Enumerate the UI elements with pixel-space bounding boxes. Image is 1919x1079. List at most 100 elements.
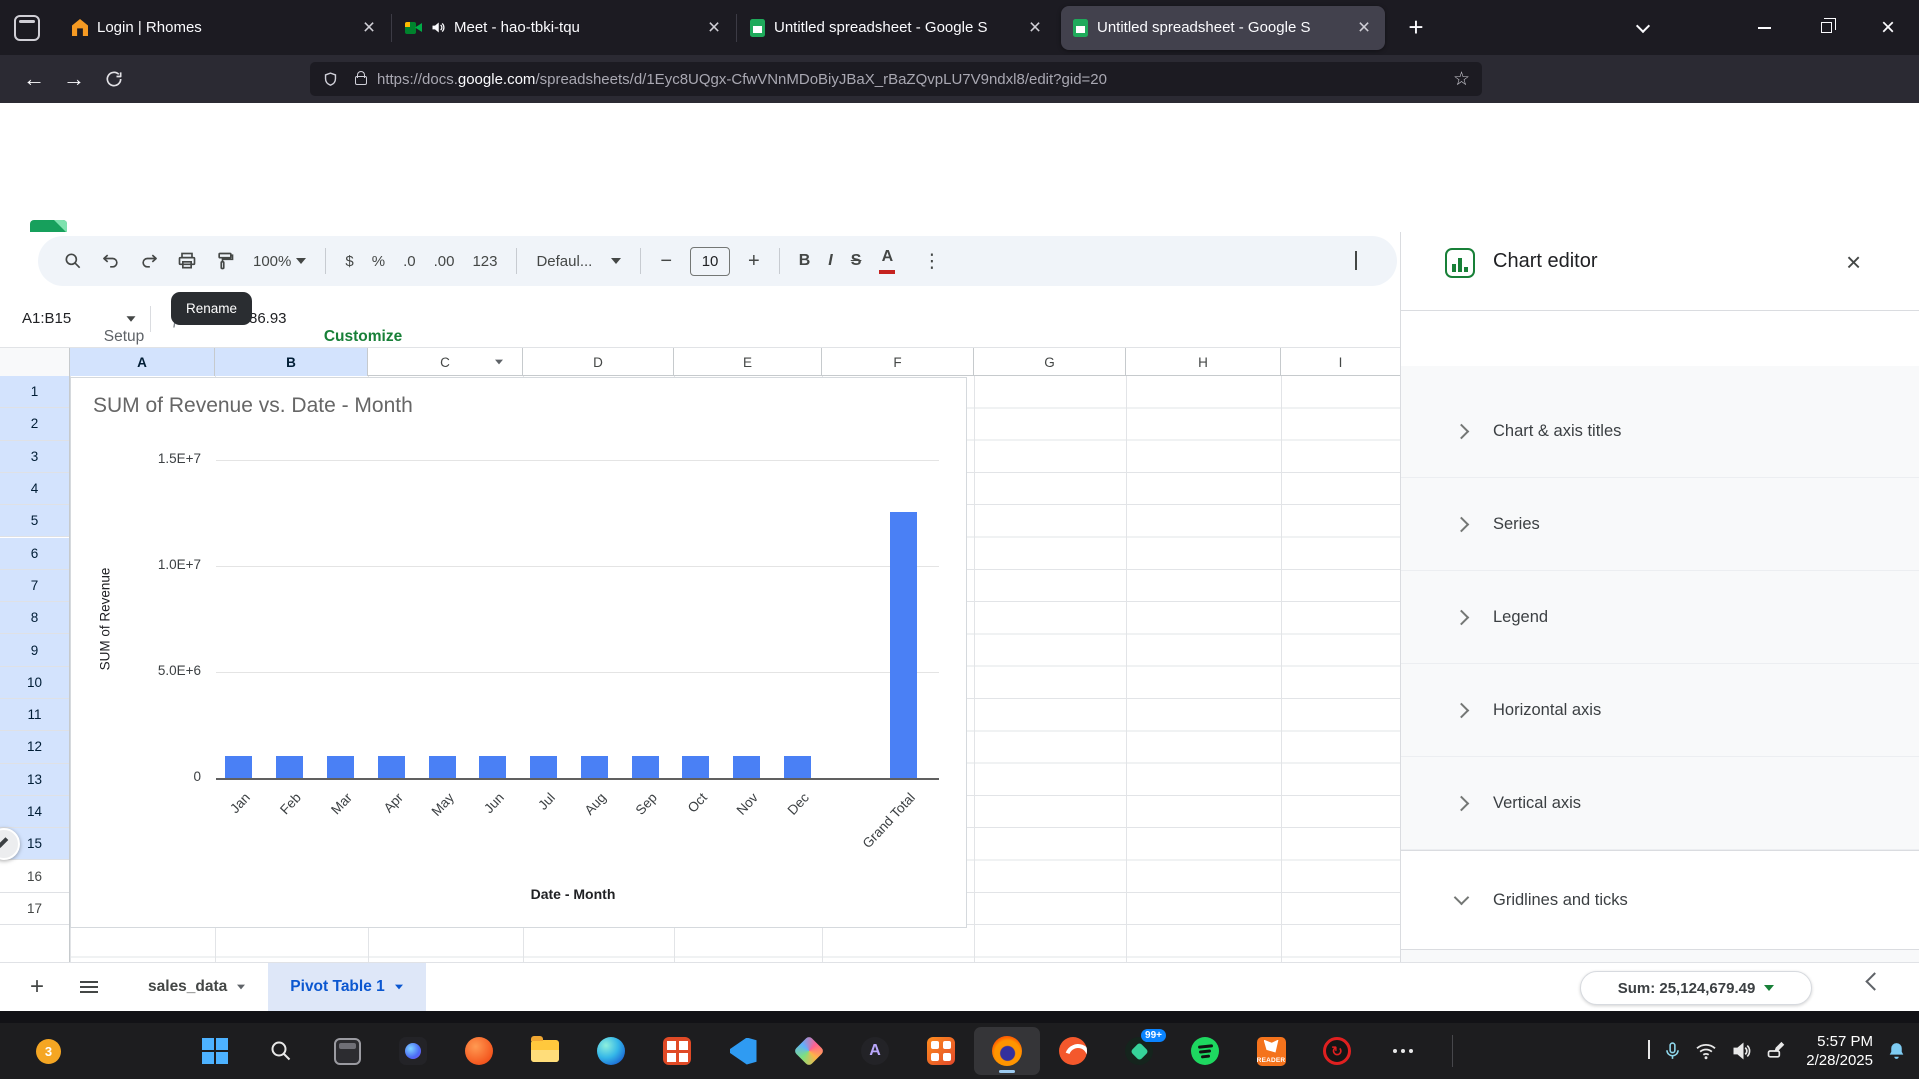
taskbar-app-green-badge-app[interactable]: 99+ <box>1106 1023 1172 1079</box>
decrease-font-size-button[interactable]: − <box>660 250 672 273</box>
notification-bell-icon[interactable] <box>1886 1040 1907 1062</box>
row-header-12[interactable]: 12 <box>0 731 69 763</box>
reload-button[interactable] <box>94 69 134 89</box>
taskbar-app-letter-a-app[interactable]: A <box>842 1023 908 1079</box>
microphone-icon[interactable] <box>1663 1040 1682 1062</box>
forward-button[interactable]: → <box>54 66 94 92</box>
taskbar-app-orange-grid-app[interactable] <box>908 1023 974 1079</box>
column-header-A[interactable]: A <box>70 348 215 376</box>
row-header-17[interactable]: 17 <box>0 893 69 925</box>
select-all-corner[interactable] <box>0 348 70 376</box>
column-header-H[interactable]: H <box>1126 348 1281 376</box>
redo-icon[interactable] <box>139 251 159 271</box>
tab-meet[interactable]: Meet - hao-tbki-tqu × <box>393 6 735 50</box>
row-header-16[interactable]: 16 <box>0 861 69 893</box>
tab-audio-icon[interactable] <box>430 20 445 35</box>
toolbar-more-icon[interactable]: ⋮ <box>922 250 941 273</box>
increase-decimals-button[interactable]: .00 <box>434 253 455 270</box>
taskbar-app-reader[interactable]: READER <box>1238 1023 1304 1079</box>
embedded-chart[interactable]: SUM of Revenue vs. Date - Month SUM of R… <box>70 377 967 928</box>
volume-icon[interactable] <box>1730 1041 1752 1061</box>
name-box-caret[interactable] <box>127 316 136 321</box>
tab-setup[interactable]: Setup <box>104 328 145 346</box>
row-header-10[interactable]: 10 <box>0 667 69 699</box>
taskbar-app-vscode[interactable] <box>710 1023 776 1079</box>
taskbar-app-red-ring-app[interactable]: ↻ <box>1304 1023 1370 1079</box>
tab-customize[interactable]: Customize <box>324 328 402 346</box>
format-currency-button[interactable]: $ <box>345 253 353 270</box>
increase-font-size-button[interactable]: + <box>748 250 760 273</box>
sheet-tab-sales-data[interactable]: sales_data <box>126 963 268 1012</box>
column-header-G[interactable]: G <box>974 348 1126 376</box>
taskbar-app-red-grid-app[interactable] <box>644 1023 710 1079</box>
taskbar-app-spotify[interactable] <box>1172 1023 1238 1079</box>
italic-button[interactable]: I <box>828 252 832 270</box>
zoom-select[interactable]: 100% <box>253 253 306 270</box>
row-header-4[interactable]: 4 <box>0 473 69 505</box>
section-horizontal-axis[interactable]: Horizontal axis <box>1401 664 1919 757</box>
name-box[interactable]: A1:B15 <box>0 310 150 327</box>
paint-format-icon[interactable] <box>215 251 235 271</box>
row-header-7[interactable]: 7 <box>0 570 69 602</box>
section-gridlines-ticks[interactable]: Gridlines and ticks <box>1401 850 1919 950</box>
font-select[interactable]: Defaul... <box>536 253 621 270</box>
row-header-3[interactable]: 3 <box>0 441 69 473</box>
pen-device-icon[interactable] <box>1765 1041 1787 1061</box>
back-button[interactable]: ← <box>14 66 54 92</box>
taskbar-app-copilot[interactable] <box>380 1023 446 1079</box>
section-vertical-axis[interactable]: Vertical axis <box>1401 757 1919 850</box>
strikethrough-button[interactable]: S <box>851 252 862 270</box>
selection-sum-pill[interactable]: Sum: 25,124,679.49 <box>1580 971 1812 1005</box>
tab-close-icon[interactable]: × <box>1024 18 1046 38</box>
new-tab-button[interactable]: + <box>1399 12 1433 43</box>
window-minimize-button[interactable] <box>1733 0 1795 55</box>
row-header-5[interactable]: 5 <box>0 505 69 537</box>
chart-editor-close-icon[interactable]: × <box>1846 247 1861 278</box>
list-all-tabs-button[interactable] <box>1553 0 1733 55</box>
print-icon[interactable] <box>177 251 197 271</box>
taskbar-app-search[interactable] <box>248 1023 314 1079</box>
bold-button[interactable]: B <box>799 252 811 270</box>
sheet-tab-caret[interactable] <box>395 985 403 990</box>
taskbar-app-orange-circle-app[interactable] <box>446 1023 512 1079</box>
tab-spreadsheet-1[interactable]: Untitled spreadsheet - Google S × <box>738 6 1056 50</box>
row-header-9[interactable]: 9 <box>0 634 69 666</box>
row-header-11[interactable]: 11 <box>0 699 69 731</box>
column-header-B[interactable]: B <box>215 348 368 376</box>
section-chart-axis-titles[interactable]: Chart & axis titles <box>1401 385 1919 478</box>
tab-close-icon[interactable]: × <box>358 18 380 38</box>
section-legend[interactable]: Legend <box>1401 571 1919 664</box>
taskbar-app-thunderbird[interactable] <box>1040 1023 1106 1079</box>
tray-chevron-up-icon[interactable] <box>1648 1042 1650 1060</box>
text-color-button[interactable]: A <box>879 249 895 274</box>
taskbar-app-file-explorer[interactable] <box>512 1023 578 1079</box>
format-percent-button[interactable]: % <box>372 253 385 270</box>
sheet-tab-pivot-table-1[interactable]: Pivot Table 1 <box>268 963 425 1012</box>
taskbar-app-diamond-app[interactable] <box>776 1023 842 1079</box>
sheet-tab-caret[interactable] <box>237 985 245 990</box>
taskbar-app-firefox[interactable] <box>974 1027 1040 1075</box>
section-series[interactable]: Series <box>1401 478 1919 571</box>
undo-icon[interactable] <box>101 251 121 271</box>
taskbar-app-start[interactable] <box>182 1023 248 1079</box>
tab-close-icon[interactable]: × <box>1353 18 1375 38</box>
tab-login-rhomes[interactable]: Login | Rhomes × <box>60 6 390 50</box>
row-header-8[interactable]: 8 <box>0 602 69 634</box>
column-header-E[interactable]: E <box>674 348 822 376</box>
font-size-input[interactable]: 10 <box>690 247 730 276</box>
column-menu-caret[interactable] <box>495 360 503 365</box>
lock-icon[interactable] <box>355 76 367 85</box>
taskbar-app-more[interactable] <box>1370 1023 1436 1079</box>
column-header-D[interactable]: D <box>523 348 674 376</box>
collapse-panel-chevron[interactable] <box>1865 972 1883 990</box>
tab-spreadsheet-2-active[interactable]: Untitled spreadsheet - Google S × <box>1061 6 1385 50</box>
spreadsheet-grid[interactable]: A B C D E F G H I 1234567891011121314151… <box>0 348 1400 962</box>
shield-icon[interactable] <box>322 70 339 89</box>
bookmark-star-icon[interactable]: ☆ <box>1453 68 1470 91</box>
taskbar-clock[interactable]: 5:57 PM 2/28/2025 <box>1806 1032 1873 1070</box>
decrease-decimals-button[interactable]: .0 <box>403 253 416 270</box>
row-header-2[interactable]: 2 <box>0 408 69 440</box>
add-sheet-button[interactable]: + <box>30 973 44 1001</box>
column-header-I[interactable]: I <box>1281 348 1400 376</box>
all-sheets-icon[interactable] <box>80 981 98 993</box>
